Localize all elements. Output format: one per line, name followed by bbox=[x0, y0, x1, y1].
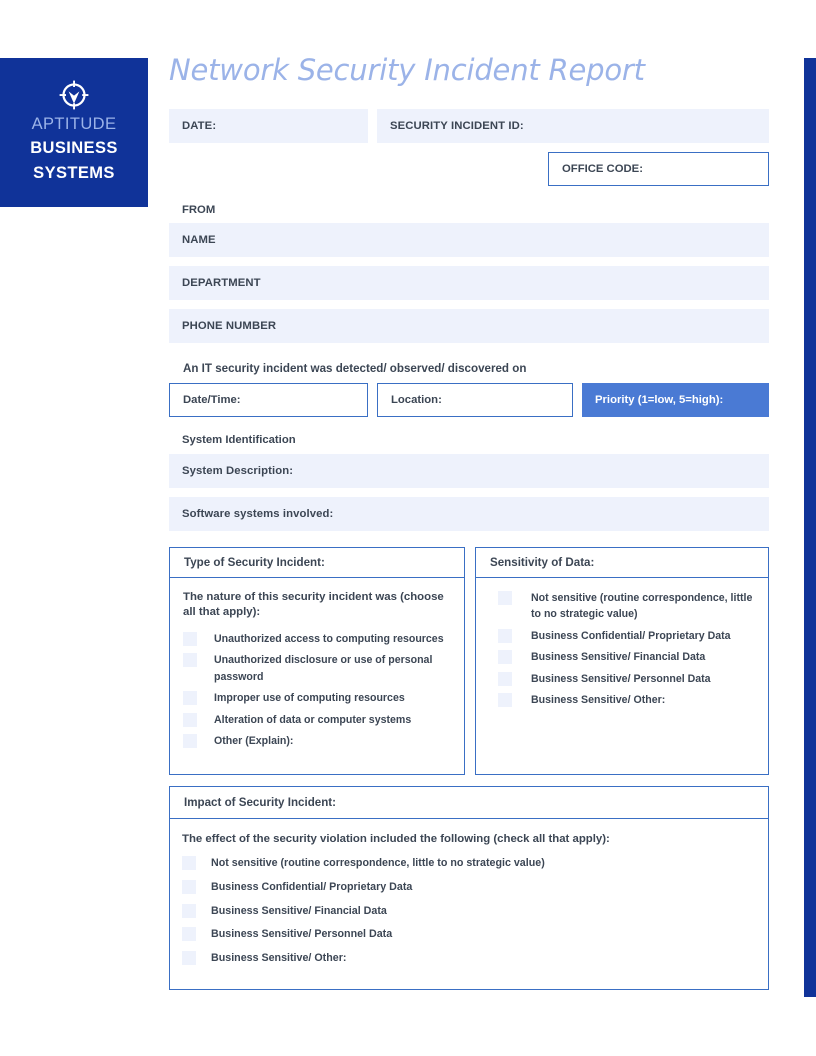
brand-name-line-1: APTITUDE bbox=[31, 115, 117, 133]
checkbox-icon[interactable] bbox=[498, 628, 512, 643]
checkbox-label: Alteration of data or computer systems bbox=[214, 713, 412, 726]
checkbox-icon[interactable] bbox=[498, 692, 512, 707]
checkbox-row[interactable]: Business Sensitive/ Other: bbox=[182, 950, 754, 967]
location-field[interactable]: Location: bbox=[377, 382, 573, 417]
checkbox-label: Business Sensitive/ Financial Data bbox=[531, 651, 706, 664]
checkbox-label: Business Sensitive/ Other: bbox=[531, 693, 666, 706]
system-description-label: System Description: bbox=[182, 464, 294, 477]
checkbox-row[interactable]: Not sensitive (routine correspondence, l… bbox=[498, 590, 754, 623]
checkbox-icon[interactable] bbox=[182, 856, 196, 871]
sensitivity-panel-header: Sensitivity of Data: bbox=[476, 548, 768, 578]
checkbox-row[interactable]: Unauthorized disclosure or use of person… bbox=[183, 652, 450, 685]
checkbox-icon[interactable] bbox=[182, 903, 196, 918]
checkbox-label: Unauthorized access to computing resourc… bbox=[214, 632, 444, 645]
office-code-field[interactable]: OFFICE CODE: bbox=[548, 151, 769, 186]
sensitivity-of-data-panel: Sensitivity of Data: Not sensitive (rout… bbox=[475, 546, 769, 775]
datetime-field-label: Date/Time: bbox=[183, 393, 241, 406]
checkbox-label: Business Sensitive/ Financial Data bbox=[211, 904, 387, 917]
impact-panel-header: Impact of Security Incident: bbox=[170, 787, 768, 819]
checkbox-label: Business Confidential/ Proprietary Data bbox=[211, 880, 413, 893]
department-field-label: DEPARTMENT bbox=[182, 276, 261, 289]
checkbox-row[interactable]: Alteration of data or computer systems bbox=[183, 712, 450, 728]
impact-panel-checkbox-list: Not sensitive (routine correspondence, l… bbox=[182, 855, 754, 966]
checkbox-row[interactable]: Business Sensitive/ Personnel Data bbox=[498, 671, 754, 687]
system-identification-fields: System Description: Software systems inv… bbox=[169, 453, 769, 531]
checkbox-row[interactable]: Improper use of computing resources bbox=[183, 690, 450, 706]
security-incident-id-field[interactable]: SECURITY INCIDENT ID: bbox=[377, 108, 769, 143]
checkbox-label: Improper use of computing resources bbox=[214, 692, 405, 705]
from-section-heading: FROM bbox=[182, 203, 216, 216]
checkbox-label: Not sensitive (routine correspondence, l… bbox=[211, 857, 545, 870]
sensitivity-panel-body: Not sensitive (routine correspondence, l… bbox=[476, 578, 768, 727]
type-panel-intro: The nature of this security incident was… bbox=[183, 590, 444, 619]
checkbox-row[interactable]: Business Confidential/ Proprietary Data bbox=[182, 879, 754, 896]
phone-number-field-label: PHONE NUMBER bbox=[182, 319, 277, 332]
checkbox-icon[interactable] bbox=[183, 653, 197, 668]
checkbox-icon[interactable] bbox=[183, 691, 197, 706]
checkbox-row[interactable]: Business Sensitive/ Other: bbox=[498, 692, 754, 708]
date-field[interactable]: DATE: bbox=[169, 108, 368, 143]
right-edge-accent-bar bbox=[804, 58, 816, 997]
crosshair-target-icon bbox=[57, 78, 91, 112]
checkbox-icon[interactable] bbox=[182, 927, 196, 942]
checkbox-icon[interactable] bbox=[182, 879, 196, 894]
checkbox-label: Business Confidential/ Proprietary Data bbox=[531, 629, 731, 642]
impact-of-security-incident-panel: Impact of Security Incident: The effect … bbox=[169, 785, 769, 991]
checkbox-icon[interactable] bbox=[498, 590, 512, 605]
page-title: Network Security Incident Report bbox=[169, 53, 645, 87]
detection-intro-text: An IT security incident was detected/ ob… bbox=[183, 361, 527, 375]
date-field-label: DATE: bbox=[182, 119, 217, 132]
priority-field-label: Priority (1=low, 5=high): bbox=[595, 393, 724, 406]
type-panel-body: The nature of this security incident was… bbox=[170, 578, 464, 768]
sensitivity-panel-checkbox-list: Not sensitive (routine correspondence, l… bbox=[498, 590, 754, 708]
checkbox-icon[interactable] bbox=[182, 950, 196, 965]
checkbox-icon[interactable] bbox=[498, 650, 512, 665]
security-incident-id-label: SECURITY INCIDENT ID: bbox=[390, 119, 524, 132]
form-content: Network Security Incident Report DATE: S… bbox=[169, 53, 769, 991]
top-fields-row: DATE: SECURITY INCIDENT ID: bbox=[169, 108, 769, 143]
type-panel-checkbox-list: Unauthorized access to computing resourc… bbox=[183, 631, 450, 749]
system-identification-heading: System Identification bbox=[182, 433, 296, 446]
detection-fields-row: Date/Time: Location: Priority (1=low, 5=… bbox=[169, 382, 769, 417]
brand-name-line-2: BUSINESS bbox=[30, 139, 118, 158]
checkbox-label: Business Sensitive/ Other: bbox=[211, 951, 347, 964]
checkbox-row[interactable]: Business Sensitive/ Financial Data bbox=[498, 649, 754, 665]
checkbox-icon[interactable] bbox=[183, 733, 197, 748]
checkbox-row[interactable]: Other (Explain): bbox=[183, 733, 450, 749]
type-of-security-incident-panel: Type of Security Incident: The nature of… bbox=[169, 546, 465, 775]
type-panel-header: Type of Security Incident: bbox=[170, 548, 464, 578]
incident-detail-panels: Type of Security Incident: The nature of… bbox=[169, 546, 769, 775]
location-field-label: Location: bbox=[391, 393, 442, 406]
checkbox-label: Other (Explain): bbox=[214, 734, 294, 747]
department-field[interactable]: DEPARTMENT bbox=[169, 265, 769, 300]
checkbox-label: Not sensitive (routine correspondence, l… bbox=[531, 591, 753, 621]
checkbox-row[interactable]: Business Sensitive/ Personnel Data bbox=[182, 926, 754, 943]
brand-block: APTITUDE BUSINESS SYSTEMS bbox=[0, 58, 148, 207]
datetime-field[interactable]: Date/Time: bbox=[169, 382, 368, 417]
software-systems-label: Software systems involved: bbox=[182, 507, 334, 520]
checkbox-row[interactable]: Business Sensitive/ Financial Data bbox=[182, 903, 754, 920]
system-description-field[interactable]: System Description: bbox=[169, 453, 769, 488]
software-systems-field[interactable]: Software systems involved: bbox=[169, 496, 769, 531]
priority-field[interactable]: Priority (1=low, 5=high): bbox=[582, 382, 769, 417]
impact-panel-intro: The effect of the security violation inc… bbox=[182, 832, 610, 845]
checkbox-icon[interactable] bbox=[183, 712, 197, 727]
checkbox-icon[interactable] bbox=[183, 631, 197, 646]
brand-name-line-3: SYSTEMS bbox=[33, 163, 115, 182]
impact-panel-body: The effect of the security violation inc… bbox=[170, 819, 768, 989]
checkbox-row[interactable]: Business Confidential/ Proprietary Data bbox=[498, 628, 754, 644]
name-field-label: NAME bbox=[182, 233, 216, 246]
checkbox-row[interactable]: Unauthorized access to computing resourc… bbox=[183, 631, 450, 647]
checkbox-icon[interactable] bbox=[498, 671, 512, 686]
checkbox-label: Unauthorized disclosure or use of person… bbox=[214, 654, 433, 683]
checkbox-label: Business Sensitive/ Personnel Data bbox=[531, 672, 711, 685]
office-code-row: OFFICE CODE: bbox=[169, 151, 769, 186]
office-code-label: OFFICE CODE: bbox=[562, 162, 643, 175]
name-field[interactable]: NAME bbox=[169, 222, 769, 257]
checkbox-label: Business Sensitive/ Personnel Data bbox=[211, 928, 393, 941]
from-fields: NAME DEPARTMENT PHONE NUMBER bbox=[169, 222, 769, 343]
checkbox-row[interactable]: Not sensitive (routine correspondence, l… bbox=[182, 855, 754, 872]
phone-number-field[interactable]: PHONE NUMBER bbox=[169, 308, 769, 343]
